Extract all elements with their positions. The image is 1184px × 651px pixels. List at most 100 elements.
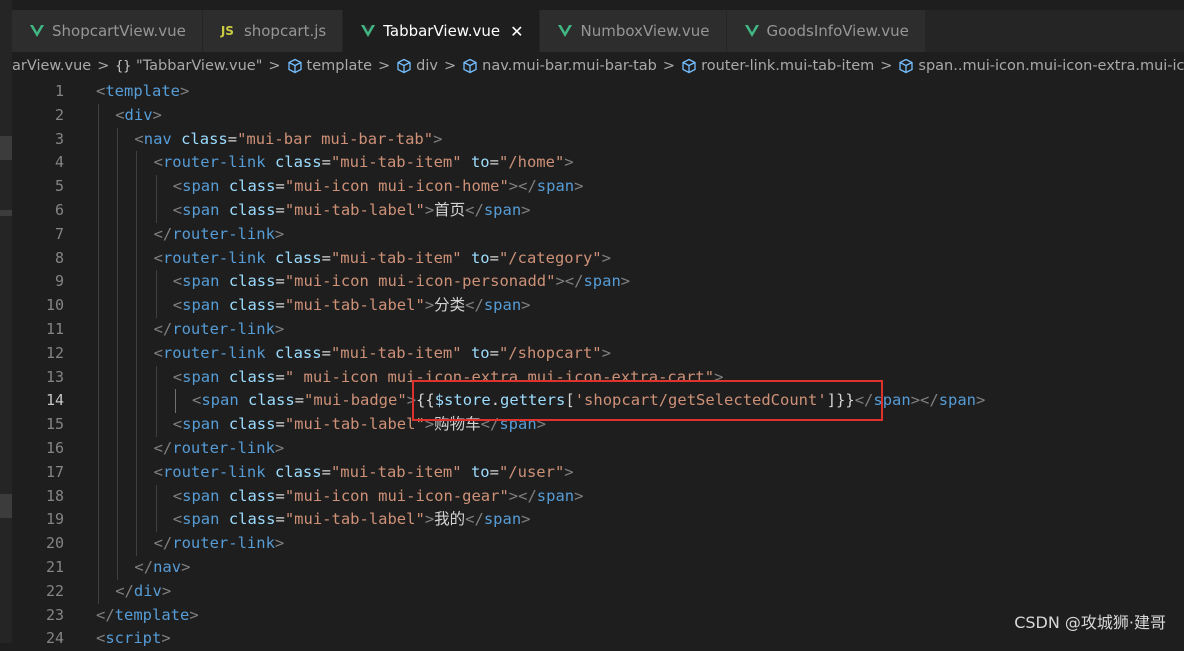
code-token: class (228, 296, 276, 315)
code-line[interactable]: 8 <router-link class="mui-tab-item" to="/… (12, 246, 1184, 271)
tab-label: TabbarView.vue (383, 22, 501, 40)
line-number: 9 (54, 272, 64, 291)
code-text: <span class="mui-tab-label">分类</span> (96, 294, 531, 318)
code-line[interactable]: 4 <router-link class="mui-tab-item" to="/… (12, 151, 1184, 176)
code-line[interactable]: 9 <span class="mui-icon mui-icon-personad… (12, 270, 1184, 295)
code-token: router-link (162, 153, 266, 172)
code-token: to (470, 462, 490, 481)
code-line[interactable]: 17 <router-link class="mui-tab-item" to="… (12, 460, 1184, 485)
code-token: < (172, 415, 183, 434)
code-line[interactable]: 7 </router-link> (12, 222, 1184, 247)
breadcrumb-item[interactable]: router-link.mui-tab-item (681, 58, 874, 74)
code-token: span (938, 391, 977, 410)
editor-tab[interactable]: NumboxView.vue (540, 10, 727, 52)
code-token: = (275, 272, 285, 291)
code-text: <span class=" mui-icon mui-icon-extra mu… (96, 366, 724, 390)
code-token: > (180, 82, 190, 100)
line-number: 24 (45, 629, 64, 648)
breadcrumb-item[interactable]: template (287, 58, 372, 74)
code-text: <script> (96, 627, 171, 651)
code-line[interactable]: 14 <span class="mui-badge">{{$store.gette… (12, 389, 1184, 414)
code-token: span (499, 415, 537, 434)
code-line[interactable]: 5 <span class="mui-icon mui-icon-home"></… (12, 175, 1184, 199)
code-line[interactable]: 13 <span class=" mui-icon mui-icon-extra … (12, 365, 1184, 390)
code-token: "/shopcart" (498, 343, 602, 362)
activity-bar-edge (0, 0, 12, 643)
activity-bar-marker (0, 210, 12, 216)
code-token: < (96, 82, 106, 100)
code-line[interactable]: 15 <span class="mui-tab-label">购物车</span> (12, 413, 1184, 437)
code-line[interactable]: 6 <span class="mui-tab-label">首页</span> (12, 198, 1184, 223)
code-token: </ (480, 415, 500, 434)
code-line[interactable]: 19 <span class="mui-tab-label">我的</span> (12, 508, 1184, 533)
line-number: 13 (45, 367, 64, 386)
code-token: > (424, 510, 435, 529)
editor-tab[interactable]: TabbarView.vue ✕ (343, 10, 541, 52)
line-number: 3 (54, 129, 64, 148)
editor-tab[interactable]: GoodsInfoView.vue (726, 10, 926, 52)
code-line[interactable]: 18 <span class="mui-icon mui-icon-gear"><… (12, 484, 1184, 509)
code-token: span (483, 296, 522, 315)
code-token: = (321, 248, 331, 267)
activity-bar-marker (0, 136, 12, 160)
code-token: > (274, 224, 285, 243)
code-text: <span class="mui-icon mui-icon-home"></s… (96, 175, 584, 199)
code-line[interactable]: 10 <span class="mui-tab-label">分类</span> (12, 294, 1184, 318)
code-line[interactable]: 2 <div> (12, 103, 1184, 128)
code-token: </ (96, 605, 115, 624)
code-token: = (489, 343, 499, 362)
code-token: span (182, 272, 220, 291)
code-line[interactable]: 21 </nav> (12, 555, 1184, 580)
code-line[interactable]: 20 </router-link> (12, 532, 1184, 556)
code-token: < (172, 296, 183, 315)
code-token: = (489, 153, 499, 172)
tab-label: NumboxView.vue (580, 22, 710, 40)
code-token: > (424, 415, 435, 434)
code-text: <div> (96, 104, 162, 128)
code-token: = (275, 200, 285, 219)
close-icon[interactable]: ✕ (510, 22, 523, 41)
code-token: class (228, 200, 276, 219)
code-line[interactable]: 12 <router-link class="mui-tab-item" to="… (12, 341, 1184, 366)
code-line[interactable]: 3 <nav class="mui-bar mui-bar-tab"> (12, 127, 1184, 152)
breadcrumb-item[interactable]: span..mui-icon.mui-icon-extra.mui-ico (898, 58, 1184, 74)
code-token: span (536, 486, 575, 505)
code-line[interactable]: 11 </router-link> (12, 317, 1184, 342)
code-line[interactable]: 1 <template> (12, 80, 1184, 104)
code-token: > (274, 534, 285, 553)
code-editor[interactable]: 1 <template> 2 <div> 3 <nav class="mui-bar mu… (12, 80, 1184, 647)
js-icon: JS (220, 24, 234, 38)
code-token: > (189, 605, 199, 624)
tab-label: ShopcartView.vue (52, 22, 186, 40)
breadcrumb-item[interactable]: arView.vue (12, 58, 91, 74)
breadcrumb-item[interactable]: div (396, 58, 438, 74)
code-line[interactable]: 22 </div> (12, 579, 1184, 604)
code-token: < (96, 629, 106, 648)
line-number: 12 (45, 343, 64, 362)
code-line[interactable]: 16 </router-link> (12, 436, 1184, 461)
code-line[interactable]: 23 </template> (12, 604, 1184, 628)
editor-tab[interactable]: JS shopcart.js (202, 10, 344, 52)
code-token: div (133, 581, 162, 600)
breadcrumb-item[interactable]: {} "TabbarView.vue" (115, 58, 262, 74)
code-token: router-link (162, 343, 266, 362)
line-number: 7 (54, 224, 64, 243)
code-token: > (564, 153, 574, 172)
code-token: < (172, 200, 183, 219)
code-line[interactable]: 24 <script> (12, 627, 1184, 651)
code-token: span (483, 510, 522, 529)
code-token: = (489, 248, 499, 267)
breadcrumb-separator: > (97, 58, 110, 74)
code-text: <span class="mui-badge">{{$store.getters… (96, 389, 985, 413)
code-token: </ (465, 296, 484, 315)
breadcrumb-label: span..mui-icon.mui-icon-extra.mui-ico (918, 58, 1184, 74)
code-token: = (275, 415, 285, 434)
editor-tab[interactable]: ShopcartView.vue (12, 10, 203, 52)
breadcrumb-item[interactable]: nav.mui-bar.mui-bar-tab (462, 58, 657, 74)
code-token: "/user" (498, 462, 565, 481)
